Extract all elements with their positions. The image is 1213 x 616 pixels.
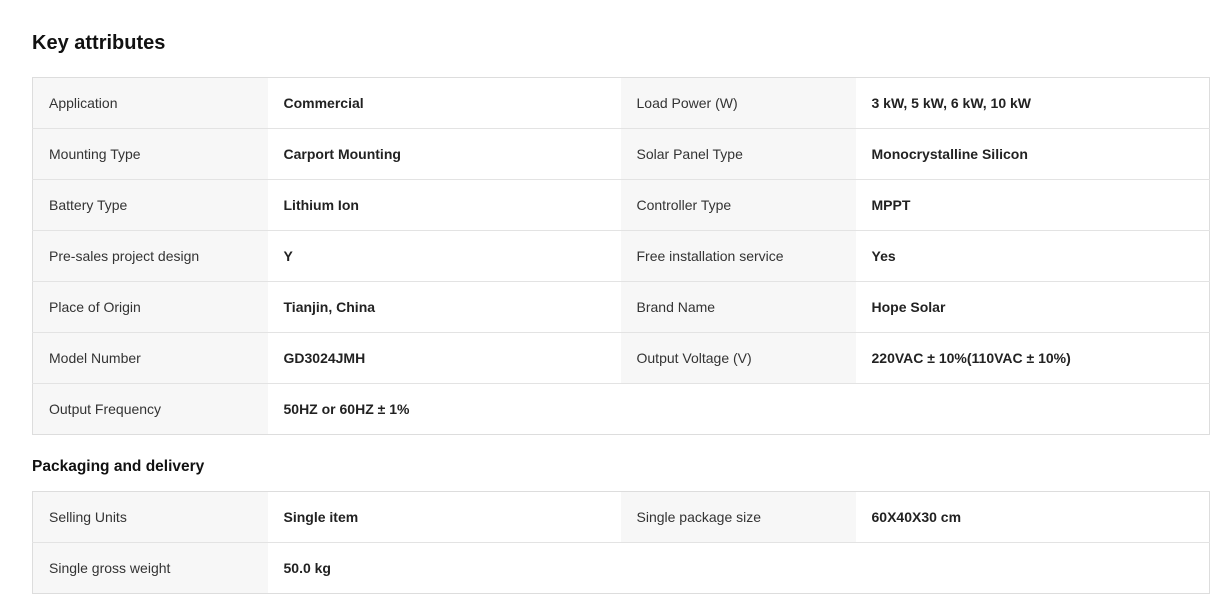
attribute-label: Selling Units xyxy=(32,491,268,543)
packaging-heading: Packaging and delivery xyxy=(32,458,205,475)
attribute-value: Commercial xyxy=(267,77,621,129)
attribute-value: Single item xyxy=(267,491,621,543)
attribute-value: Carport Mounting xyxy=(267,128,621,180)
key-attributes-table: Application Commercial Load Power (W) 3 … xyxy=(32,77,1210,435)
attribute-value: 3 kW, 5 kW, 6 kW, 10 kW xyxy=(855,77,1210,129)
empty-cell xyxy=(620,542,1210,594)
attribute-value: 60X40X30 cm xyxy=(855,491,1210,543)
table-row: Selling Units Single item Single package… xyxy=(32,491,1210,543)
attribute-value: 50.0 kg xyxy=(267,542,621,594)
table-row: Place of Origin Tianjin, China Brand Nam… xyxy=(32,281,1210,333)
attribute-value: Lithium Ion xyxy=(267,179,621,231)
attribute-label: Application xyxy=(32,77,268,129)
product-attributes-page: Key attributes Application Commercial Lo… xyxy=(0,0,1213,616)
attribute-label: Model Number xyxy=(32,332,268,384)
empty-cell xyxy=(620,383,1210,435)
attribute-label: Free installation service xyxy=(620,230,856,282)
table-row: Output Frequency 50HZ or 60HZ ± 1% xyxy=(32,383,1210,435)
packaging-table: Selling Units Single item Single package… xyxy=(32,491,1210,594)
attribute-value: 220VAC ± 10%(110VAC ± 10%) xyxy=(855,332,1210,384)
attribute-label: Place of Origin xyxy=(32,281,268,333)
attribute-value: Monocrystalline Silicon xyxy=(855,128,1210,180)
attribute-label: Pre-sales project design xyxy=(32,230,268,282)
attribute-value: MPPT xyxy=(855,179,1210,231)
attribute-label: Battery Type xyxy=(32,179,268,231)
attribute-value: Y xyxy=(267,230,621,282)
table-row: Single gross weight 50.0 kg xyxy=(32,542,1210,594)
attribute-value: Yes xyxy=(855,230,1210,282)
attribute-label: Single package size xyxy=(620,491,856,543)
table-row: Mounting Type Carport Mounting Solar Pan… xyxy=(32,128,1210,180)
attribute-value: Hope Solar xyxy=(855,281,1210,333)
table-row: Application Commercial Load Power (W) 3 … xyxy=(32,77,1210,129)
table-row: Battery Type Lithium Ion Controller Type… xyxy=(32,179,1210,231)
table-row: Model Number GD3024JMH Output Voltage (V… xyxy=(32,332,1210,384)
attribute-value: 50HZ or 60HZ ± 1% xyxy=(267,383,621,435)
attribute-label: Brand Name xyxy=(620,281,856,333)
attribute-label: Single gross weight xyxy=(32,542,268,594)
attribute-label: Controller Type xyxy=(620,179,856,231)
attribute-label: Mounting Type xyxy=(32,128,268,180)
attribute-label: Output Frequency xyxy=(32,383,268,435)
attribute-value: GD3024JMH xyxy=(267,332,621,384)
key-attributes-heading: Key attributes xyxy=(32,32,166,54)
attribute-label: Load Power (W) xyxy=(620,77,856,129)
attribute-value: Tianjin, China xyxy=(267,281,621,333)
table-row: Pre-sales project design Y Free installa… xyxy=(32,230,1210,282)
attribute-label: Solar Panel Type xyxy=(620,128,856,180)
attribute-label: Output Voltage (V) xyxy=(620,332,856,384)
